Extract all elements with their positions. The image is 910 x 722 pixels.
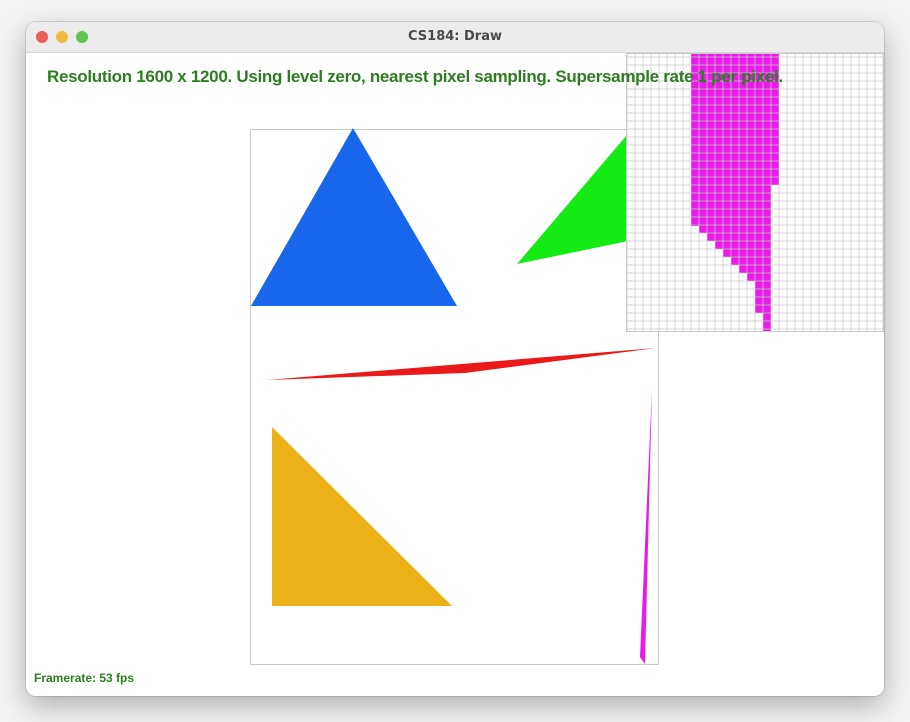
- window-title: CS184: Draw: [408, 29, 502, 44]
- drawing-canvas[interactable]: Resolution 1600 x 1200. Using level zero…: [26, 53, 884, 696]
- app-window: CS184: Draw Resolution 1600 x 1200. Usin…: [26, 22, 884, 696]
- red-sliver-triangle: [267, 348, 656, 380]
- framerate-text: Framerate: 53 fps: [34, 671, 135, 685]
- yellow-triangle: [272, 427, 452, 606]
- status-text: Resolution 1600 x 1200. Using level zero…: [47, 67, 783, 86]
- blue-triangle: [251, 128, 457, 306]
- magenta-sliver-triangle: [640, 389, 652, 664]
- zoom-inspector[interactable]: [626, 53, 884, 332]
- green-triangle: [517, 122, 638, 264]
- scene-svg: [250, 53, 884, 665]
- title-bar[interactable]: CS184: Draw: [26, 22, 884, 53]
